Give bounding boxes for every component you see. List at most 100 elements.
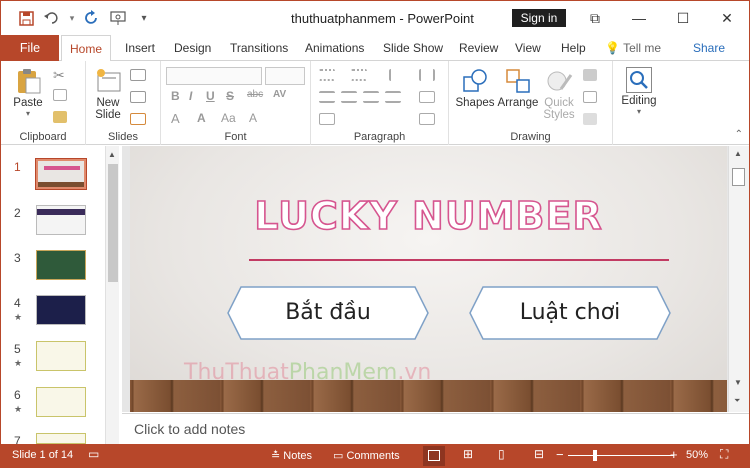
slide-title[interactable]: LUCKY NUMBER [130,193,727,239]
font-size-box[interactable] [265,67,305,85]
tab-insert[interactable]: Insert [125,35,155,61]
zoom-slider-knob[interactable] [593,450,597,461]
text-direction-icon[interactable] [419,91,435,103]
line-spacing-icon[interactable] [389,69,405,81]
group-slides: New Slide Slides [86,61,161,145]
save-icon[interactable] [15,7,37,29]
section-icon[interactable] [130,113,146,125]
zoom-in-button[interactable]: + [670,447,678,462]
italic-button[interactable]: I [189,89,192,103]
tab-slide-show[interactable]: Slide Show [383,35,443,61]
thumbnail-7[interactable] [36,433,86,444]
shape-effects-icon[interactable] [583,113,597,125]
reading-view-icon[interactable]: ▯ [498,447,505,461]
shadow-button[interactable]: abc [247,89,263,100]
tab-transitions[interactable]: Transitions [230,35,288,61]
window-controls: ⧉ — ☐ ✕ [573,1,749,35]
reset-icon[interactable] [130,91,146,103]
shape-fill-icon[interactable] [583,69,597,81]
shapes-button[interactable]: Shapes [455,67,495,109]
underline-button[interactable]: U [206,89,215,103]
minimize-button[interactable]: — [617,1,661,35]
thumbnail-3[interactable] [36,250,86,280]
numbering-icon[interactable] [351,69,367,81]
zoom-slider-track[interactable] [568,455,674,456]
strikethrough-button[interactable]: S [226,89,234,103]
zoom-level[interactable]: 50% [686,449,708,461]
tab-review[interactable]: Review [459,35,498,61]
share-button[interactable]: Share [693,35,725,61]
bold-button[interactable]: B [171,89,180,103]
slide-scroll-down-icon[interactable]: ▼ [734,378,742,387]
tab-design[interactable]: Design [174,35,211,61]
text-color-button[interactable]: A [171,111,180,126]
animation-star-6: ★ [14,404,23,414]
fit-slide-icon[interactable]: ⛶ [720,447,728,462]
comments-toggle[interactable]: ▭ Comments [333,449,400,462]
char-spacing-button[interactable]: AV [273,89,286,100]
present-icon[interactable] [107,7,129,29]
slide-scroll-up-icon[interactable]: ▲ [734,149,742,158]
tab-home[interactable]: Home [61,35,112,62]
ribbon-display-icon[interactable]: ⧉ [573,1,617,35]
slide-counter[interactable]: Slide 1 of 14 [12,449,73,461]
spelling-icon[interactable]: ▭ [88,447,99,461]
bullets-icon[interactable] [319,69,335,81]
arrange-button[interactable]: Arrange [497,67,539,109]
align-left-icon[interactable] [319,91,335,103]
scroll-thumb[interactable] [108,164,118,282]
slideshow-view-icon[interactable]: ⊟ [534,447,544,461]
undo-icon[interactable] [41,7,63,29]
thumbnail-1[interactable] [35,158,87,190]
thumbnail-6[interactable] [36,387,86,417]
cut-icon[interactable]: ✂ [53,67,67,83]
undo-dropdown-icon[interactable]: ▾ [67,7,77,29]
layout-icon[interactable] [130,69,146,81]
tab-animations[interactable]: Animations [305,35,364,61]
thumbnail-5[interactable] [36,341,86,371]
sign-in-button[interactable]: Sign in [512,9,566,27]
tab-help[interactable]: Help [561,35,586,61]
clear-formatting-button[interactable]: A [249,111,257,125]
quick-styles-button[interactable]: Quick Styles [541,67,577,121]
format-painter-icon[interactable] [53,111,67,123]
columns-icon[interactable] [419,69,435,81]
thumbnail-4[interactable] [36,295,86,325]
paste-button[interactable]: Paste ▾ [9,67,47,118]
redo-icon[interactable] [81,7,103,29]
copy-icon[interactable] [53,89,67,101]
grow-font-button[interactable]: A [197,111,206,125]
tell-me-search[interactable]: 💡 Tell me [605,35,661,61]
normal-view-button[interactable] [423,446,445,466]
change-case-button[interactable]: Aa [221,111,236,125]
start-button[interactable]: Bắt đầu [227,286,429,340]
smartart-icon[interactable] [419,113,435,125]
notes-toggle[interactable]: ≛ Notes [271,449,312,462]
align-center-icon[interactable] [341,91,357,103]
editing-button[interactable]: Editing ▾ [617,67,661,116]
collapse-ribbon-icon[interactable]: ⌃ [735,129,743,140]
thumbnail-scrollbar[interactable]: ▲ [105,146,119,444]
justify-icon[interactable] [385,91,401,103]
next-slide-icon[interactable]: ⏷ [734,396,740,406]
rules-button[interactable]: Luật chơi [469,286,671,340]
close-button[interactable]: ✕ [705,1,749,35]
scroll-up-icon[interactable]: ▲ [108,150,116,159]
shape-outline-icon[interactable] [583,91,597,103]
thumbnail-2[interactable] [36,205,86,235]
thumb-number-4: 4 [14,296,21,310]
zoom-out-button[interactable]: − [556,447,564,462]
new-slide-button[interactable]: New Slide [91,67,125,121]
notes-pane[interactable]: Click to add notes [122,413,749,443]
maximize-button[interactable]: ☐ [661,1,705,35]
tab-view[interactable]: View [515,35,541,61]
paste-label: Paste [13,97,43,109]
customize-qat-icon[interactable]: ▾ [133,7,155,29]
align-right-icon[interactable] [363,91,379,103]
slide-scrollbar[interactable]: ▲ ▼ ⏷ [728,146,749,412]
align-text-icon[interactable] [319,113,335,125]
slide-sorter-icon[interactable]: ⊞ [463,447,473,461]
tab-file[interactable]: File [1,35,59,61]
slide-scroll-thumb[interactable] [732,168,745,186]
font-name-box[interactable] [166,67,262,85]
